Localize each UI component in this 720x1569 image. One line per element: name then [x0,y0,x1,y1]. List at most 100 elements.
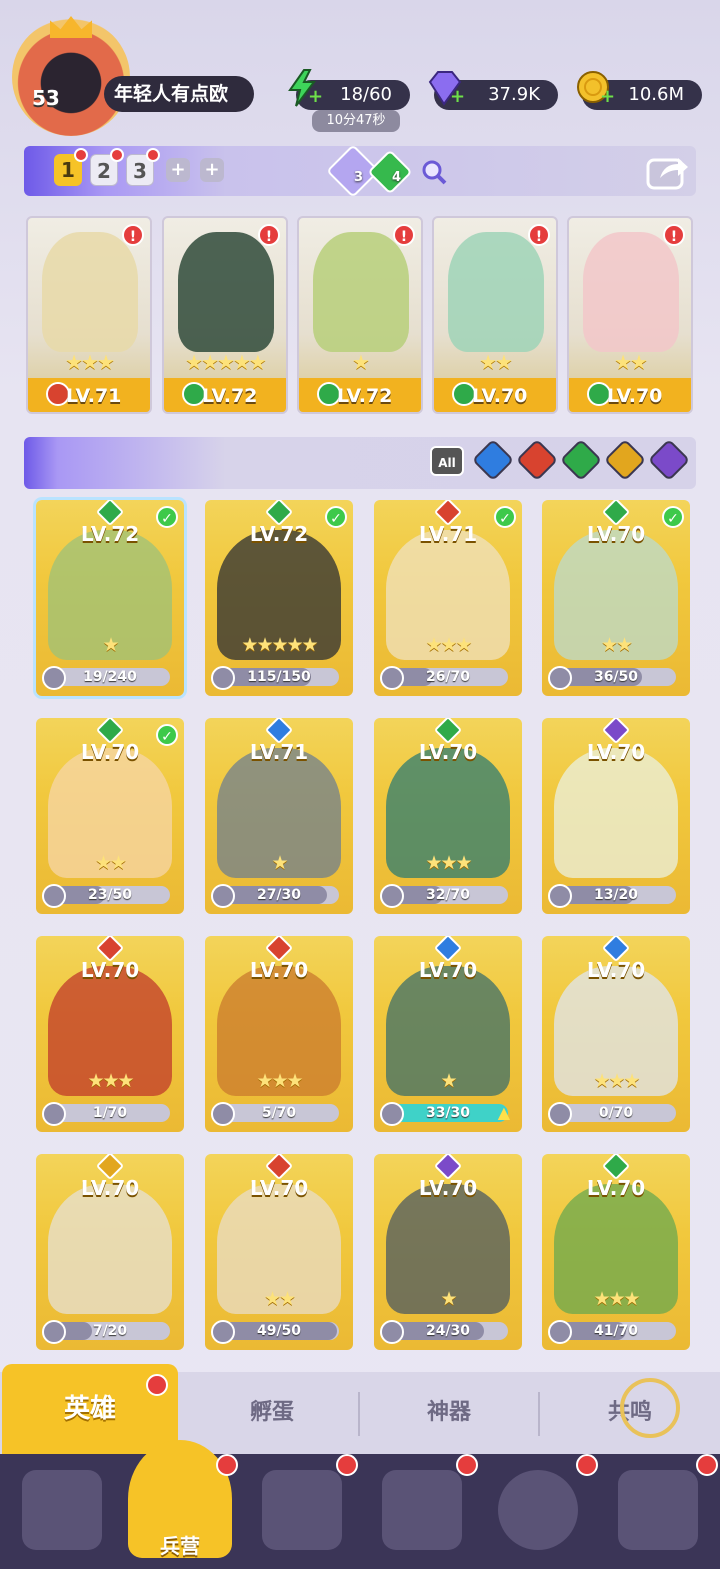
team-card-level: LV.70 [472,385,528,407]
shard-progress-text: 19/240 [83,669,137,685]
hero-level: LV.70 [418,740,478,764]
hero-portrait [448,232,544,352]
shard-icon [211,1320,235,1344]
hero-card[interactable]: LV.70 ★ 24/30 [374,1154,522,1350]
team-card[interactable]: ! ★ LV.72 [297,216,423,414]
star-rating: ★★★★★ [241,634,318,656]
shard-progress-text: 23/50 [87,887,133,903]
diamond-icon: + [424,68,465,108]
star-rating: ★★★ [593,1070,640,1092]
player-level: 53 [32,86,60,110]
star-rating: ★ [440,1288,457,1310]
tab-hatch[interactable]: 孵蛋 [186,1388,358,1438]
filter-all-button[interactable]: All [430,446,464,476]
hero-level: LV.70 [586,1176,646,1200]
hero-card[interactable]: ✓ LV.72 ★ 19/240 [36,500,184,696]
shard-progress-text: 32/70 [425,887,471,903]
shard-progress-text: 0/70 [598,1105,634,1121]
hero-card[interactable]: LV.70 ★★★ 1/70 [36,936,184,1132]
team-card[interactable]: ! ★★ LV.70 [567,216,693,414]
shard-progress-bar: 23/50 [50,886,170,904]
shard-icon [42,884,66,908]
shard-icon [380,884,404,908]
nav-guild-icon[interactable] [498,1470,578,1550]
hero-portrait [42,232,138,352]
tab-heroes-alert-icon [146,1374,168,1396]
team-card-level: LV.72 [202,385,258,407]
hero-card[interactable]: ✓ LV.70 ★★ 23/50 [36,718,184,914]
team-card-level: LV.72 [337,385,393,407]
team-card[interactable]: ! ★★★★★ LV.72 [162,216,288,414]
shard-progress-text: 115/150 [247,669,311,685]
star-rating: ★★★ [256,1070,303,1092]
shard-progress-bar: 26/70 [388,668,508,686]
hero-level: LV.72 [249,522,309,546]
hero-card[interactable]: LV.70 ★★ 49/50 [205,1154,353,1350]
hero-level: LV.70 [418,1176,478,1200]
nav-barracks-label: 兵营 [160,1534,200,1558]
star-rating: ★★ [94,852,127,874]
player-name[interactable]: 年轻人有点欧 [104,76,254,112]
hero-card[interactable]: ✓ LV.71 ★★★ 26/70 [374,500,522,696]
shard-progress-bar: 32/70 [388,886,508,904]
shard-icon [548,1102,572,1126]
hero-card[interactable]: LV.71 ★ 27/30 [205,718,353,914]
hero-card[interactable]: LV.70 13/20 [542,718,690,914]
shard-progress-bar: 1/70 [50,1104,170,1122]
star-rating: ★ [440,1070,457,1092]
hero-level: LV.70 [80,1176,140,1200]
shard-progress-bar: 115/150 [219,668,339,686]
hero-level: LV.72 [80,522,140,546]
hero-card[interactable]: LV.70 ★★★ 32/70 [374,718,522,914]
shard-icon [211,884,235,908]
hero-card[interactable]: LV.70 ★★★ 41/70 [542,1154,690,1350]
star-rating: ★ [102,634,119,656]
hero-level: LV.70 [418,958,478,982]
search-icon[interactable] [420,158,448,190]
hero-card[interactable]: LV.70 ★★★ 0/70 [542,936,690,1132]
nav-shop-icon[interactable] [382,1470,462,1550]
shard-icon [380,1102,404,1126]
hero-level: LV.70 [586,958,646,982]
team-card[interactable]: ! ★★ LV.70 [432,216,558,414]
nav-cards-icon[interactable] [22,1470,102,1550]
team-card[interactable]: ! ★★★ LV.71 [26,216,152,414]
hero-card[interactable]: LV.70 ★ 33/30 ▲ [374,936,522,1132]
hero-card[interactable]: LV.70 7/20 [36,1154,184,1350]
shard-progress-bar: 0/70 [556,1104,676,1122]
hero-level: LV.70 [80,958,140,982]
tab-artifacts[interactable]: 神器 [362,1388,536,1438]
hero-card[interactable]: ✓ LV.72 ★★★★★ 115/150 [205,500,353,696]
hero-card[interactable]: ✓ LV.70 ★★ 36/50 [542,500,690,696]
add-team-button-2[interactable]: + [200,158,224,182]
hero-level: LV.70 [249,958,309,982]
nav-guild-alert-icon [576,1454,598,1476]
bottom-nav [0,1454,720,1569]
shard-progress-bar: 36/50 [556,668,676,686]
star-rating: ★★ [479,350,513,374]
upgrade-arrow-icon: ▲ [497,1103,510,1122]
alert-icon: ! [663,224,685,246]
nav-events-icon[interactable] [618,1470,698,1550]
share-icon[interactable] [646,150,690,194]
star-rating: ★★ [600,634,633,656]
shard-icon [548,884,572,908]
team-card-level: LV.70 [607,385,663,407]
hero-card[interactable]: LV.70 ★★★ 5/70 [205,936,353,1132]
green-gem-count: 4 [392,170,402,185]
shard-icon [548,1320,572,1344]
hero-level: LV.71 [418,522,478,546]
team-card-level: LV.71 [66,385,122,407]
shard-progress-text: 26/70 [425,669,471,685]
shard-progress-text: 24/30 [425,1323,471,1339]
shard-icon [42,1320,66,1344]
hero-level: LV.70 [249,1176,309,1200]
shard-progress-bar: 33/30 [388,1104,508,1122]
shard-progress-text: 5/70 [261,1105,297,1121]
shard-progress-bar: 27/30 [219,886,339,904]
add-team-button[interactable]: + [166,158,190,182]
nav-map-icon[interactable] [262,1470,342,1550]
star-rating: ★★★ [65,350,115,374]
alert-icon: ! [528,224,550,246]
alert-icon: ! [258,224,280,246]
